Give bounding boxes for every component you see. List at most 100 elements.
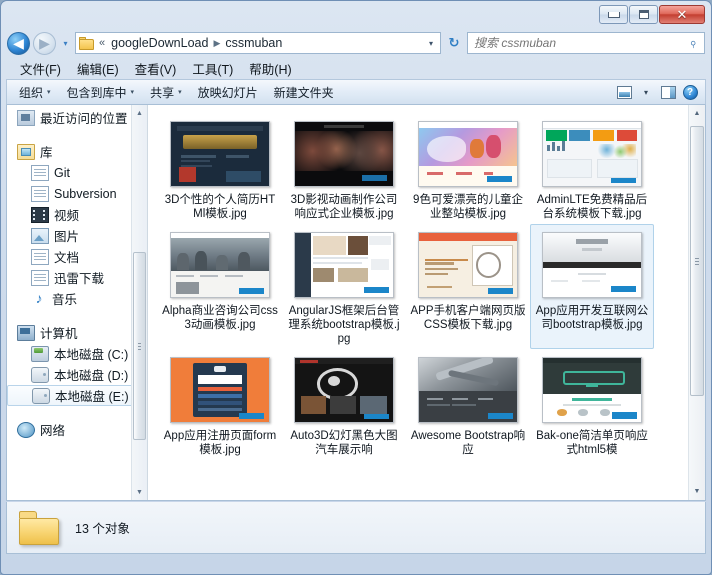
folder-doc-icon xyxy=(31,164,49,181)
maximize-icon xyxy=(638,10,649,19)
file-list-pane[interactable]: 3D个性的个人简历HTMl模板.jpg 3D影视动画制作公司响应式企业模板.jp… xyxy=(148,105,705,500)
file-item-2[interactable]: 9色可爱漂亮的儿童企业整站模板.jpg xyxy=(406,113,530,224)
sidebar-item-label: 图片 xyxy=(54,230,80,244)
chevron-down-icon: ▾ xyxy=(643,87,648,97)
picture-icon xyxy=(31,227,49,244)
file-item-7[interactable]: App应用开发互联网公司bootstrap模板.jpg xyxy=(530,224,654,349)
view-mode-dropdown-button[interactable]: ▾ xyxy=(635,83,657,102)
breadcrumb-overflow-icon[interactable]: « xyxy=(96,37,108,49)
refresh-button[interactable]: ↻ xyxy=(444,35,464,51)
file-name-label: AdminLTE免费精品后台系统模板下载.jpg xyxy=(536,194,648,220)
sidebar-item-label: Git xyxy=(54,165,70,180)
sidebar-item-7[interactable]: 迅雷下载 xyxy=(7,267,147,288)
file-item-10[interactable]: Awesome Bootstrap响应 xyxy=(406,349,530,460)
file-thumbnail-wrapper xyxy=(292,354,396,426)
sidebar-item-5[interactable]: 图片 xyxy=(7,225,147,246)
file-thumbnail-wrapper xyxy=(540,229,644,301)
file-thumbnail-image xyxy=(418,357,518,423)
computer-icon xyxy=(17,324,35,341)
drive-icon xyxy=(32,387,50,404)
help-button[interactable]: ? xyxy=(679,83,701,102)
sidebar-item-4[interactable]: 视频 xyxy=(7,204,147,225)
file-item-4[interactable]: Alpha商业咨询公司css3动画模板.jpg xyxy=(158,224,282,349)
file-scrollbar[interactable]: ▲ ▼ xyxy=(688,105,705,500)
sidebar-item-11[interactable]: 本地磁盘 (D:) xyxy=(7,364,147,385)
history-dropdown-button[interactable]: ▾ xyxy=(59,39,72,48)
sidebar-item-label: 音乐 xyxy=(52,293,78,307)
file-name-label: Alpha商业咨询公司css3动画模板.jpg xyxy=(162,305,278,331)
file-name-label: App应用注册页面form模板.jpg xyxy=(163,430,277,456)
view-mode-button[interactable] xyxy=(613,83,635,102)
file-thumbnail-wrapper xyxy=(168,354,272,426)
file-name-label: Auto3D幻灯黑色大图汽车展示响 xyxy=(290,430,398,456)
search-box[interactable]: ⌕ xyxy=(467,32,705,54)
drive-icon xyxy=(31,366,49,383)
menu-item-edit[interactable]: 编辑(E) xyxy=(70,57,126,80)
menu-item-file[interactable]: 文件(F) xyxy=(13,57,68,80)
menu-item-help[interactable]: 帮助(H) xyxy=(242,57,298,80)
minimize-button[interactable] xyxy=(599,5,628,24)
toolbar-slideshow-button[interactable]: 放映幻灯片 xyxy=(190,81,266,104)
nav-scroll-track[interactable] xyxy=(132,121,147,484)
nav-scroll-down-button[interactable]: ▼ xyxy=(132,484,147,500)
toolbar-include-in-library-button[interactable]: 包含到库中 ▾ xyxy=(59,81,143,104)
file-grid: 3D个性的个人简历HTMl模板.jpg 3D影视动画制作公司响应式企业模板.jp… xyxy=(148,105,698,460)
sidebar-item-label: 最近访问的位置 xyxy=(40,112,128,126)
sidebar-item-12[interactable]: 本地磁盘 (E:) xyxy=(7,385,141,406)
breadcrumb-arrow-icon[interactable]: ▶ xyxy=(211,38,222,49)
forward-button[interactable]: ▶ xyxy=(33,31,56,55)
explorer-window: ✕ ◀ ▶ ▾ « googleDownLoad ▶ cssmuban ▾ ↻ xyxy=(0,0,712,575)
file-thumbnail-image xyxy=(294,121,394,187)
file-scroll-track[interactable] xyxy=(689,122,705,483)
sidebar-item-9[interactable]: 计算机 xyxy=(7,322,147,343)
address-dropdown-icon[interactable]: ▾ xyxy=(424,39,438,48)
search-input[interactable] xyxy=(472,35,686,51)
sidebar-item-label: 迅雷下载 xyxy=(54,272,105,286)
preview-pane-button[interactable] xyxy=(657,83,679,102)
toolbar-organize-button[interactable]: 组织 ▾ xyxy=(11,81,59,104)
breadcrumb-item-0[interactable]: googleDownLoad xyxy=(108,35,211,51)
window-controls: ✕ xyxy=(598,5,705,24)
file-item-8[interactable]: App应用注册页面form模板.jpg xyxy=(158,349,282,460)
maximize-button[interactable] xyxy=(629,5,658,24)
file-item-0[interactable]: 3D个性的个人简历HTMl模板.jpg xyxy=(158,113,282,224)
toolbar-share-button[interactable]: 共享 ▾ xyxy=(142,81,190,104)
sidebar-item-3[interactable]: Subversion xyxy=(7,183,147,204)
nav-scroll-up-button[interactable]: ▲ xyxy=(132,105,147,121)
file-thumbnail-wrapper xyxy=(540,354,644,426)
sidebar-item-13[interactable]: 网络 xyxy=(7,419,147,440)
nav-group-spacer xyxy=(7,128,147,141)
file-item-1[interactable]: 3D影视动画制作公司响应式企业模板.jpg xyxy=(282,113,406,224)
refresh-icon: ↻ xyxy=(448,35,460,50)
breadcrumb-item-1[interactable]: cssmuban xyxy=(222,35,285,51)
file-name-label: AngularJS框架后台管理系统bootstrap模板.jpg xyxy=(288,305,400,345)
file-thumbnail-image xyxy=(418,232,518,298)
file-item-6[interactable]: APP手机客户端网页版CSS模板下载.jpg xyxy=(406,224,530,349)
file-item-11[interactable]: Bak-one简洁单页响应式html5模 xyxy=(530,349,654,460)
file-item-9[interactable]: Auto3D幻灯黑色大图汽车展示响 xyxy=(282,349,406,460)
toolbar-new-folder-button[interactable]: 新建文件夹 xyxy=(266,81,342,104)
file-scroll-thumb[interactable] xyxy=(690,125,704,397)
file-scroll-up-button[interactable]: ▲ xyxy=(689,105,705,122)
sidebar-item-6[interactable]: 文档 xyxy=(7,246,147,267)
file-item-3[interactable]: AdminLTE免费精品后台系统模板下载.jpg xyxy=(530,113,654,224)
navigation-scrollbar[interactable]: ▲ ▼ xyxy=(131,105,147,500)
file-item-5[interactable]: AngularJS框架后台管理系统bootstrap模板.jpg xyxy=(282,224,406,349)
file-thumbnail-wrapper xyxy=(540,118,644,190)
nav-scroll-thumb[interactable] xyxy=(133,251,146,441)
sidebar-item-1[interactable]: 库 xyxy=(7,141,147,162)
sidebar-item-8[interactable]: ♪ 音乐 xyxy=(7,288,147,309)
breadcrumb[interactable]: « googleDownLoad ▶ cssmuban ▾ xyxy=(75,32,441,54)
menu-item-view[interactable]: 查看(V) xyxy=(128,57,184,80)
sidebar-item-2[interactable]: Git xyxy=(7,162,147,183)
sidebar-item-0[interactable]: 最近访问的位置 xyxy=(7,107,147,128)
file-thumbnail-image xyxy=(542,121,642,187)
recent-icon xyxy=(17,109,35,126)
menu-item-tools[interactable]: 工具(T) xyxy=(185,57,240,80)
sidebar-item-10[interactable]: 本地磁盘 (C:) xyxy=(7,343,147,364)
file-scroll-down-button[interactable]: ▼ xyxy=(689,483,705,500)
file-thumbnail-image xyxy=(542,232,642,298)
back-button[interactable]: ◀ xyxy=(7,31,30,55)
close-button[interactable]: ✕ xyxy=(659,5,705,24)
file-thumbnail-image xyxy=(418,121,518,187)
